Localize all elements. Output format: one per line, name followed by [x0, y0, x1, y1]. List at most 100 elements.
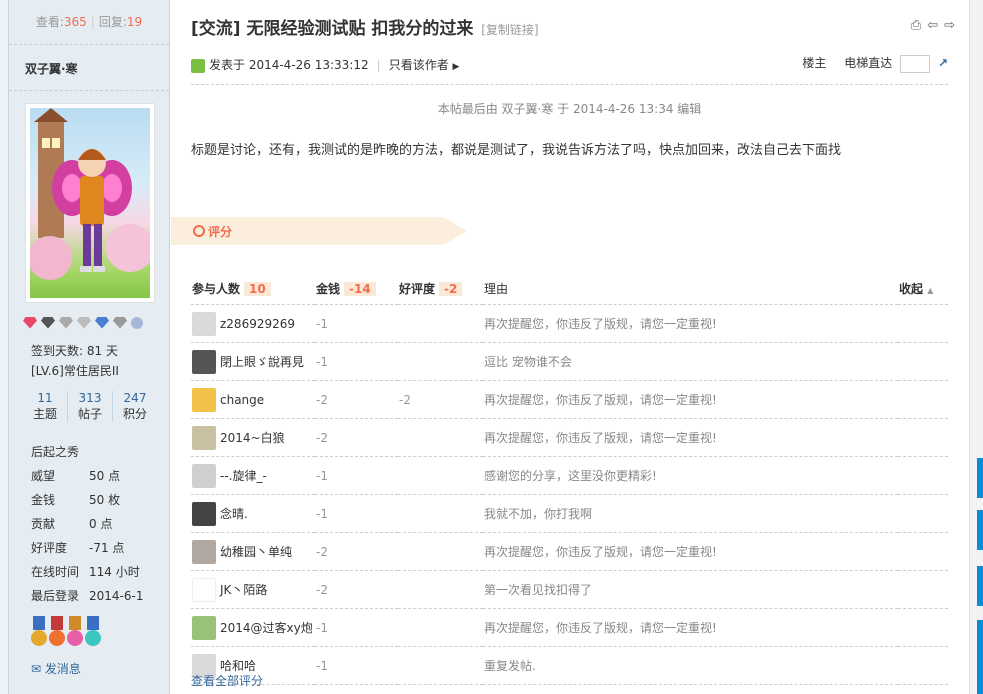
black-gem-icon[interactable] — [41, 316, 55, 329]
copy-link-button[interactable]: [复制链接] — [481, 23, 538, 37]
medal-icon[interactable] — [67, 616, 83, 652]
scroll-marker[interactable] — [977, 458, 983, 498]
sapphire-gem-icon[interactable] — [95, 316, 109, 329]
view-all-ratings-link[interactable]: 查看全部评分 — [191, 672, 263, 689]
table-row: 2014@过客xy炮坻 -1再次提醒您，你违反了版规，请您一定重视! — [191, 608, 948, 647]
views-label: 查看: — [35, 15, 64, 29]
rater-avatar[interactable] — [192, 387, 216, 412]
header-participants: 参与人数 10 — [191, 272, 315, 305]
table-row: 幼稚园丶单纯 -2 再次提醒您，你违反了版规，请您一定重视! — [191, 532, 948, 571]
rater-avatar[interactable] — [192, 577, 216, 602]
medal-icon[interactable] — [49, 616, 65, 652]
profile-row: 好评度 -71 点 — [31, 541, 125, 555]
post-time: 发表于 2014-4-26 13:33:12 — [209, 58, 369, 72]
scroll-marker[interactable] — [977, 510, 983, 550]
rater-avatar[interactable] — [192, 539, 216, 564]
medal-icon[interactable] — [85, 616, 101, 652]
rater-avatar[interactable] — [192, 463, 216, 488]
title-toolbar: ⎙⇦⇨ — [911, 18, 961, 33]
next-thread-icon[interactable]: ⇨ — [944, 18, 961, 33]
edit-note: 本帖最后由 双子翼·寒 于 2014-4-26 13:34 编辑 — [437, 102, 702, 116]
profile-row: 威望 50 点 — [31, 469, 121, 483]
user-group: 后起之秀 — [31, 445, 80, 459]
table-row: 念晴. -1 我就不加，你打我啊 — [191, 494, 948, 533]
profile-row: 金钱 50 枚 — [31, 493, 121, 507]
go-jump-icon[interactable]: ↗ — [938, 56, 948, 70]
post-title-row: [交流] 无限经验测试贴 扣我分的过来 [复制链接] ⎙⇦⇨ — [191, 14, 961, 42]
medal-icon[interactable] — [31, 616, 47, 652]
rater-avatar[interactable] — [192, 311, 216, 336]
scroll-marker[interactable] — [977, 566, 983, 606]
envelope-icon: ✉ — [31, 662, 42, 676]
table-row: 閉上眼ゞ說再見 -1 逗比 宠物谁不会 — [191, 342, 948, 381]
meta-divider — [191, 84, 948, 85]
user-profile: 后起之秀 威望 50 点 金钱 50 枚 贡献 0 点 好评度 -71 点 在线时间 11… — [9, 440, 169, 608]
rater-name[interactable]: --.旋律_- — [220, 467, 267, 484]
help-icon[interactable] — [131, 316, 143, 329]
silver-gem-icon[interactable] — [77, 316, 91, 329]
caret-up-icon: ▲ — [927, 285, 934, 295]
rating-table: 参与人数 10 金钱 -14 好评度 -2 理由 收起 ▲ z286929269 -1… — [191, 272, 948, 685]
online-status-icon — [191, 58, 205, 73]
window-left-frame — [0, 0, 8, 694]
views-count: 365 — [63, 15, 87, 29]
rater-name[interactable]: JK丶陌路 — [220, 581, 267, 598]
post-body: 标题是讨论，还有，我测试的是昨晚的方法，都说是测试了，我说告诉方法了吗，快点加回… — [191, 143, 842, 158]
thread-stats: 查看:365 | 回复:19 — [9, 0, 169, 45]
user-level[interactable]: [LV.6]常住居民II — [9, 361, 169, 381]
rating-header: 参与人数 10 金钱 -14 好评度 -2 理由 收起 ▲ — [191, 272, 948, 305]
rater-name[interactable]: 念晴. — [220, 505, 248, 522]
count-posts[interactable]: 313 帖子 — [68, 391, 113, 422]
table-row: --.旋律_- -1 感谢您的分享，这里没你更精彩! — [191, 456, 948, 495]
ruby-gem-icon[interactable] — [23, 316, 37, 329]
rating-circle-icon — [193, 225, 205, 237]
collapse-button[interactable]: 收起 ▲ — [898, 272, 948, 305]
count-points[interactable]: 247 积分 — [113, 391, 157, 422]
replies-label: 回复: — [98, 15, 127, 29]
author-sidebar: 查看:365 | 回复:19 双子翼·寒 签到天数: 81 天 [LV.6]常住… — [8, 0, 170, 694]
profile-row: 在线时间 114 小时 — [31, 565, 140, 579]
post-meta: 发表于 2014-4-26 13:33:12 | 只看该作者 ▶ 楼主 电梯直达 ↗ — [191, 54, 948, 76]
table-row: change -2 -2 再次提醒您，你违反了版规，请您一定重视! — [191, 380, 948, 419]
table-row: 哈和哈 -1 重复发帖. — [191, 646, 948, 685]
rating-tab-label: 评分 — [208, 225, 233, 239]
gray-gem-icon[interactable] — [113, 316, 127, 329]
rater-name[interactable]: change — [220, 393, 264, 407]
send-message-link[interactable]: ✉ 发消息 — [31, 660, 169, 677]
print-icon[interactable]: ⎙ — [911, 18, 927, 33]
rater-name[interactable]: 2014~白狼 — [220, 429, 285, 446]
rater-avatar[interactable] — [192, 501, 216, 526]
medals — [31, 616, 169, 652]
floor-nav: 楼主 电梯直达 ↗ — [802, 54, 948, 73]
floor-jump-input[interactable] — [900, 54, 931, 73]
signin-days: 签到天数: 81 天 — [31, 344, 118, 358]
triangle-right-icon: ▶ — [452, 62, 460, 72]
table-row: JK丶陌路 -2 第一次看见找扣得了 — [191, 570, 948, 609]
rater-avatar[interactable] — [192, 615, 216, 640]
prev-thread-icon[interactable]: ⇦ — [927, 18, 944, 33]
elevator-label: 电梯直达 — [844, 56, 893, 70]
count-topics[interactable]: 11 主题 — [23, 391, 68, 422]
post-title: [交流] 无限经验测试贴 扣我分的过来 — [191, 19, 474, 39]
rating-tab: 评分 — [171, 217, 467, 245]
rater-name[interactable]: z286929269 — [220, 317, 295, 331]
table-row: 2014~白狼 -2 再次提醒您，你违反了版规，请您一定重视! — [191, 418, 948, 457]
floor-label: 楼主 — [802, 56, 827, 70]
rater-avatar[interactable] — [192, 425, 216, 450]
silver-gem-icon[interactable] — [59, 316, 73, 329]
author-avatar[interactable] — [25, 103, 155, 303]
header-reputation: 好评度 -2 — [398, 272, 483, 305]
replies-count: 19 — [126, 15, 143, 29]
header-reason: 理由 — [483, 272, 898, 305]
rater-name[interactable]: 2014@过客xy炮坻 — [220, 619, 312, 636]
rater-name[interactable]: 幼稚园丶单纯 — [220, 543, 292, 560]
author-name[interactable]: 双子翼·寒 — [9, 45, 169, 91]
rater-avatar[interactable] — [192, 349, 216, 374]
scroll-marker[interactable] — [977, 620, 983, 694]
avatar-image — [30, 108, 150, 298]
avatar-illustration — [30, 108, 150, 280]
profile-row: 最后登录 2014-6-1 — [31, 589, 144, 603]
table-row: z286929269 -1 再次提醒您，你违反了版规，请您一定重视! — [191, 304, 948, 343]
rater-name[interactable]: 閉上眼ゞ說再見 — [220, 353, 304, 370]
only-author-link[interactable]: 只看该作者 — [389, 58, 449, 72]
